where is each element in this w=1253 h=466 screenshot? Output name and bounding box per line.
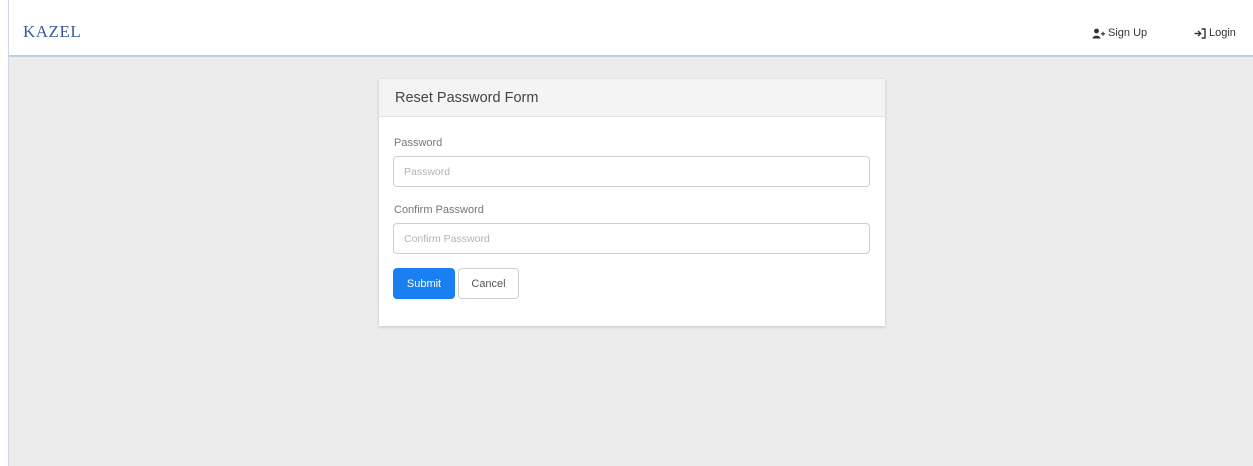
- password-label: Password: [394, 137, 443, 149]
- sign-in-icon: [1194, 27, 1206, 39]
- card-header: Reset Password Form: [379, 79, 885, 117]
- submit-button[interactable]: Submit: [393, 268, 455, 299]
- cancel-button[interactable]: Cancel: [458, 268, 519, 299]
- login-label: Login: [1209, 27, 1236, 39]
- signup-label: Sign Up: [1108, 27, 1148, 39]
- signup-link[interactable]: Sign Up: [1092, 27, 1147, 39]
- app-frame: KAZEL Sign Up Login Reset Password Form …: [8, 0, 1253, 466]
- brand-logo[interactable]: KAZEL: [23, 22, 81, 42]
- login-link[interactable]: Login: [1194, 27, 1236, 39]
- reset-password-card: Reset Password Form Password Confirm Pas…: [379, 79, 885, 326]
- add-user-icon: [1092, 28, 1105, 39]
- confirm-password-label: Confirm Password: [394, 204, 484, 216]
- password-input[interactable]: [393, 156, 870, 187]
- navbar: KAZEL Sign Up Login: [9, 0, 1253, 57]
- confirm-password-input[interactable]: [393, 223, 870, 254]
- form-title: Reset Password Form: [395, 89, 539, 106]
